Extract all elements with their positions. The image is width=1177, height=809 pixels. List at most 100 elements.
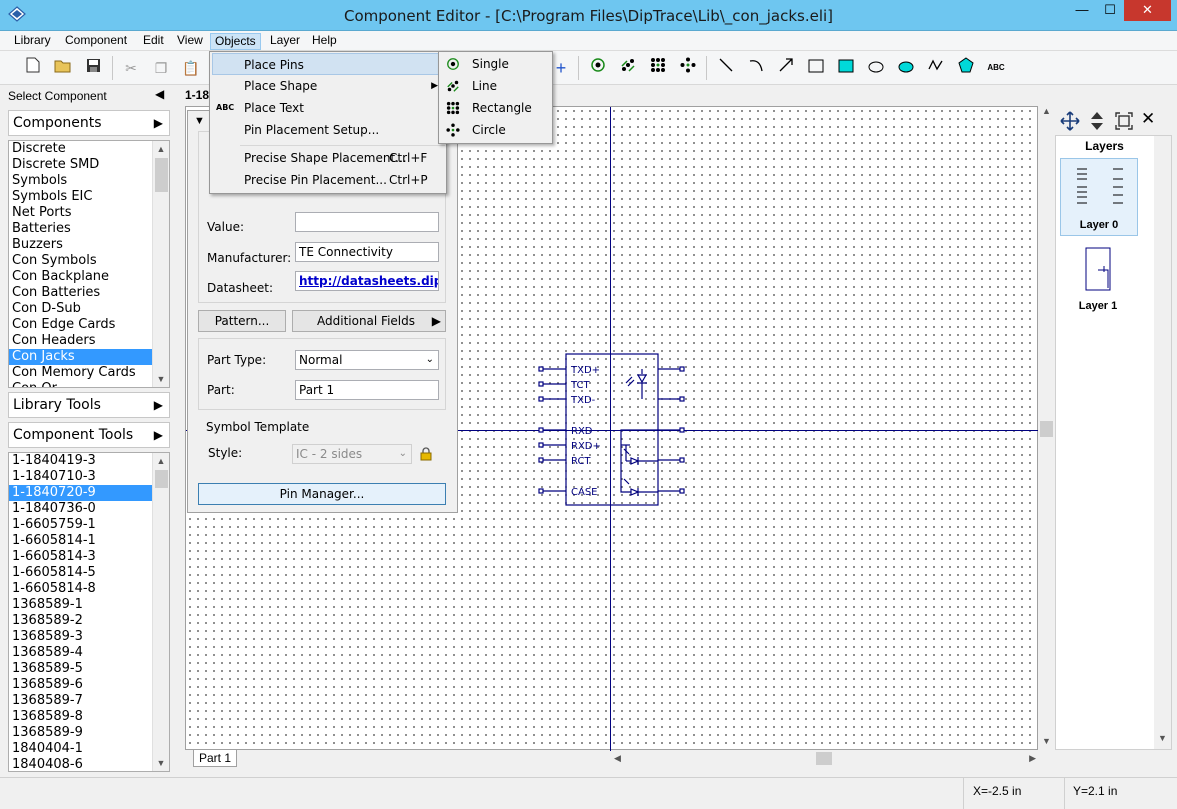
copy-icon[interactable]: ❐ — [150, 57, 172, 79]
draw-arc-icon[interactable] — [745, 57, 767, 79]
place-pin-circle-icon[interactable] — [677, 57, 699, 79]
part-item[interactable]: 1840404-1 — [9, 741, 152, 757]
menu-place-shape[interactable]: Place Shape ▶ — [212, 75, 444, 97]
canvas-hscrollbar[interactable]: ◀ ▶ — [612, 750, 1038, 767]
layer-1-item[interactable]: Layer 1 — [1060, 240, 1138, 318]
menu-place-pins[interactable]: Place Pins — [212, 53, 444, 75]
draw-rectangle-icon[interactable] — [805, 57, 827, 79]
draw-filled-rectangle-icon[interactable] — [835, 57, 857, 79]
scroll-right-icon[interactable]: ▶ — [1029, 750, 1036, 767]
part-item[interactable]: 1-1840720-9 — [9, 485, 152, 501]
category-item[interactable]: Symbols — [9, 173, 152, 189]
menu-component[interactable]: Component — [61, 33, 131, 50]
category-item[interactable]: Con Batteries — [9, 285, 152, 301]
menu-precise-shape-placement[interactable]: Precise Shape Placement... Ctrl+F — [212, 147, 444, 169]
draw-ellipse-icon[interactable] — [865, 57, 887, 79]
category-item[interactable]: Batteries — [9, 221, 152, 237]
menu-objects[interactable]: Objects — [210, 33, 261, 50]
draw-filled-ellipse-icon[interactable] — [895, 57, 917, 79]
category-item[interactable]: Con D-Sub — [9, 301, 152, 317]
part-item[interactable]: 1-6605814-3 — [9, 549, 152, 565]
category-item[interactable]: Con Edge Cards — [9, 317, 152, 333]
part-item[interactable]: 1-1840419-3 — [9, 453, 152, 469]
scroll-down-icon[interactable]: ▼ — [153, 371, 169, 387]
part-item[interactable]: 1368589-3 — [9, 629, 152, 645]
draw-polyline-icon[interactable] — [925, 57, 947, 79]
additional-fields-button[interactable]: Additional Fields ▶ — [292, 310, 446, 332]
pin-manager-button[interactable]: Pin Manager... — [198, 483, 446, 505]
style-select[interactable]: IC - 2 sides ⌄ — [292, 444, 412, 464]
panel-collapse-icon[interactable]: ▼ — [194, 115, 205, 127]
draw-arrow-icon[interactable] — [775, 57, 797, 79]
cut-icon[interactable]: ✂ — [120, 57, 142, 79]
menu-pin-single[interactable]: Single — [441, 53, 550, 75]
scroll-up-icon[interactable]: ▲ — [153, 453, 169, 469]
scroll-thumb[interactable] — [816, 752, 832, 765]
menu-edit[interactable]: Edit — [139, 33, 168, 50]
open-folder-icon[interactable] — [52, 57, 74, 79]
category-item[interactable]: Buzzers — [9, 237, 152, 253]
category-item[interactable]: Con Headers — [9, 333, 152, 349]
place-pin-rectangle-icon[interactable] — [647, 57, 669, 79]
part-item[interactable]: 1368589-6 — [9, 677, 152, 693]
manufacturer-field[interactable]: TE Connectivity — [295, 242, 439, 262]
move-icon[interactable] — [1060, 111, 1080, 131]
part-item[interactable]: 1368589-5 — [9, 661, 152, 677]
pattern-button[interactable]: Pattern... — [198, 310, 286, 332]
category-item[interactable]: Con Symbols — [9, 253, 152, 269]
scroll-up-icon[interactable]: ▲ — [1038, 106, 1055, 116]
menu-layer[interactable]: Layer — [266, 33, 304, 50]
part-item[interactable]: 1-1840710-3 — [9, 469, 152, 485]
draw-polygon-icon[interactable] — [955, 57, 977, 79]
collapse-left-icon[interactable]: ◀ — [155, 87, 164, 101]
part-item[interactable]: 1368589-8 — [9, 709, 152, 725]
layers-scrollbar[interactable]: ▼ — [1154, 136, 1171, 749]
scroll-up-icon[interactable]: ▲ — [153, 141, 169, 157]
menu-help[interactable]: Help — [308, 33, 341, 50]
place-pin-line-icon[interactable] — [617, 57, 639, 79]
category-item[interactable]: Symbols EIC — [9, 189, 152, 205]
part-item[interactable]: 1-6605814-8 — [9, 581, 152, 597]
save-icon[interactable] — [82, 57, 104, 79]
tab-part-1[interactable]: Part 1 — [193, 750, 237, 767]
part-item[interactable]: 1368589-4 — [9, 645, 152, 661]
value-field[interactable] — [295, 212, 439, 232]
part-item[interactable]: 1-6605814-5 — [9, 565, 152, 581]
datasheet-link[interactable]: http://datasheets.diptrace — [295, 271, 439, 291]
menu-pin-placement-setup[interactable]: Pin Placement Setup... — [212, 119, 444, 141]
category-item[interactable]: Con Or... — [9, 381, 152, 387]
component-tools-section[interactable]: Component Tools ▶ — [8, 422, 170, 448]
fit-layer-icon[interactable] — [1115, 112, 1133, 130]
part-field[interactable]: Part 1 — [295, 380, 439, 400]
category-item[interactable]: Discrete SMD — [9, 157, 152, 173]
part-item[interactable]: 1368589-2 — [9, 613, 152, 629]
part-list[interactable]: 1-1840419-3 1-1840710-3 1-1840720-9 1-18407… — [8, 452, 170, 772]
scroll-down-icon[interactable]: ▼ — [153, 755, 169, 771]
part-item[interactable]: 1-1840736-0 — [9, 501, 152, 517]
scroll-left-icon[interactable]: ◀ — [614, 750, 621, 767]
category-list[interactable]: Discrete Discrete SMD Symbols Symbols EIC Ne… — [8, 140, 170, 388]
new-file-icon[interactable] — [22, 57, 44, 79]
close-button[interactable]: ✕ — [1124, 0, 1171, 21]
components-section[interactable]: Components ▶ — [8, 110, 170, 136]
layer-0-item[interactable]: Layer 0 — [1060, 158, 1138, 236]
category-item[interactable]: Con Jacks — [9, 349, 152, 365]
category-item[interactable]: Con Backplane — [9, 269, 152, 285]
place-single-pin-icon[interactable] — [587, 57, 609, 79]
menu-pin-rectangle[interactable]: Rectangle — [441, 97, 550, 119]
minimize-button[interactable]: — — [1068, 0, 1096, 21]
category-item[interactable]: Con Memory Cards — [9, 365, 152, 381]
scroll-thumb[interactable] — [155, 158, 168, 192]
part-item[interactable]: 1-6605814-1 — [9, 533, 152, 549]
part-item[interactable]: 1368589-7 — [9, 693, 152, 709]
paste-icon[interactable]: 📋 — [180, 57, 202, 79]
part-type-select[interactable]: Normal ⌄ — [295, 350, 439, 370]
menu-library[interactable]: Library — [10, 33, 55, 50]
menu-pin-line[interactable]: Line — [441, 75, 550, 97]
menu-place-text[interactable]: ABC Place Text — [212, 97, 444, 119]
menu-view[interactable]: View — [173, 33, 207, 50]
part-item[interactable]: 1-6605759-1 — [9, 517, 152, 533]
part-item[interactable]: 1368589-9 — [9, 725, 152, 741]
close-layers-icon[interactable]: ✕ — [1141, 109, 1155, 129]
crosshair-icon[interactable]: + — [550, 57, 572, 79]
